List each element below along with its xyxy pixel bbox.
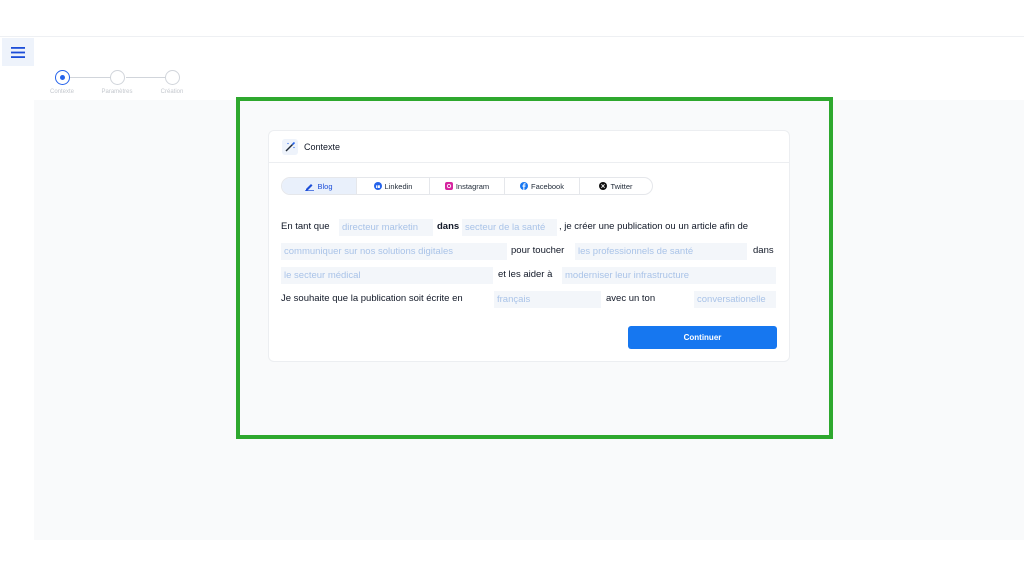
tab-label: Blog — [317, 181, 333, 191]
static-text: En tant que — [281, 221, 330, 232]
tab-facebook[interactable]: Facebook — [505, 178, 580, 194]
static-text: Je souhaite que la publication soit écri… — [281, 293, 463, 304]
card-header: Contexte — [269, 131, 789, 163]
step-indicator — [54, 70, 70, 85]
x-icon — [599, 182, 608, 190]
static-text: pour toucher — [511, 245, 565, 256]
step-label: Paramètres — [101, 89, 133, 95]
tab-blog[interactable]: Blog — [282, 178, 357, 194]
step-indicator — [164, 70, 180, 85]
pen-icon — [305, 182, 315, 191]
static-text: et les aider à — [498, 269, 553, 280]
tab-label: Facebook — [531, 181, 564, 191]
prompt-row-2: pour toucher dans — [281, 243, 781, 261]
tab-linkedin[interactable]: Linkedin — [357, 178, 430, 194]
static-text: , je créer une publication ou un article… — [559, 221, 749, 232]
tab-label: Linkedin — [384, 181, 413, 191]
step-creation[interactable]: Création — [142, 68, 202, 95]
role-field[interactable] — [339, 219, 433, 236]
step-label: Contexte — [49, 89, 74, 95]
progress-stepper: Contexte Paramètres Création — [40, 68, 210, 102]
instagram-icon — [444, 182, 453, 190]
continue-button[interactable]: Continuer — [628, 326, 777, 349]
hamburger-icon — [11, 46, 25, 58]
domain-field[interactable] — [281, 267, 493, 284]
static-text: dans — [437, 221, 460, 232]
magic-pen-icon — [282, 138, 298, 155]
tab-label: Twitter — [610, 181, 633, 191]
benefit-field[interactable] — [562, 267, 776, 284]
step-label: Création — [160, 89, 184, 95]
prompt-row-3: et les aider à — [281, 267, 781, 285]
step-indicator — [109, 70, 125, 85]
card-title: Contexte — [304, 141, 341, 152]
sector-field[interactable] — [462, 219, 557, 236]
static-text: avec un ton — [606, 293, 656, 304]
top-divider — [0, 36, 1024, 37]
language-field[interactable] — [494, 291, 601, 308]
tab-instagram[interactable]: Instagram — [430, 178, 505, 194]
prompt-row-1: En tant que dans , je créer une publicat… — [281, 219, 781, 237]
static-text: dans — [753, 245, 774, 256]
hamburger-menu-button[interactable] — [2, 38, 34, 66]
platform-tabs: Blog Linkedin Instagram Facebook Twitter — [281, 177, 653, 195]
facebook-icon — [520, 182, 529, 190]
goal-field[interactable] — [281, 243, 507, 260]
prompt-row-4: Je souhaite que la publication soit écri… — [281, 291, 781, 309]
tab-twitter[interactable]: Twitter — [580, 178, 652, 194]
tab-label: Instagram — [455, 181, 490, 191]
tone-field[interactable] — [694, 291, 776, 308]
context-card: Contexte Blog Linkedin Instagram Faceboo… — [268, 130, 790, 362]
linkedin-icon — [373, 182, 382, 190]
step-parametres[interactable]: Paramètres — [87, 68, 147, 95]
step-contexte[interactable]: Contexte — [32, 68, 92, 95]
audience-field[interactable] — [575, 243, 747, 260]
